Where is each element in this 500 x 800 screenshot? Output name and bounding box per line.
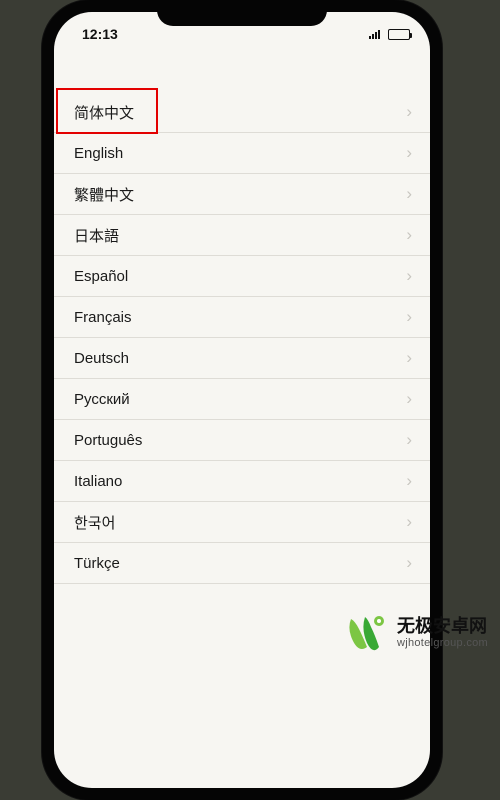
language-row-simplified-chinese[interactable]: 简体中文 › xyxy=(54,92,430,133)
language-row-french[interactable]: Français › xyxy=(54,297,430,338)
language-row-spanish[interactable]: Español › xyxy=(54,256,430,297)
language-row-traditional-chinese[interactable]: 繁體中文 › xyxy=(54,174,430,215)
screen: 12:13 简体中文 › English › 繁體中文 › 日本語 › xyxy=(54,12,430,788)
language-label: Français xyxy=(74,309,132,326)
chevron-right-icon: › xyxy=(406,307,412,327)
language-label: 简体中文 xyxy=(74,102,134,123)
watermark-url: wjhotelgroup.com xyxy=(397,637,488,649)
watermark: 无极安卓网 wjhotelgroup.com xyxy=(345,613,488,653)
chevron-right-icon: › xyxy=(406,512,412,532)
language-row-english[interactable]: English › xyxy=(54,133,430,174)
language-label: Deutsch xyxy=(74,350,129,367)
status-right xyxy=(369,29,410,40)
chevron-right-icon: › xyxy=(406,348,412,368)
language-label: Türkçe xyxy=(74,555,120,572)
language-row-turkish[interactable]: Türkçe › xyxy=(54,543,430,584)
language-label: 繁體中文 xyxy=(74,184,134,205)
watermark-text: 无极安卓网 wjhotelgroup.com xyxy=(397,617,488,649)
chevron-right-icon: › xyxy=(406,225,412,245)
status-time: 12:13 xyxy=(82,26,118,42)
chevron-right-icon: › xyxy=(406,102,412,122)
language-label: Português xyxy=(74,432,142,449)
language-row-portuguese[interactable]: Português › xyxy=(54,420,430,461)
language-label: Español xyxy=(74,268,128,285)
language-label: Italiano xyxy=(74,473,122,490)
language-label: English xyxy=(74,145,123,162)
language-label: 한국어 xyxy=(74,512,115,533)
chevron-right-icon: › xyxy=(406,184,412,204)
chevron-right-icon: › xyxy=(406,389,412,409)
language-row-japanese[interactable]: 日本語 › xyxy=(54,215,430,256)
phone-frame: 12:13 简体中文 › English › 繁體中文 › 日本語 › xyxy=(42,0,442,800)
language-row-korean[interactable]: 한국어 › xyxy=(54,502,430,543)
watermark-title: 无极安卓网 xyxy=(397,617,488,637)
battery-icon xyxy=(388,29,410,40)
language-list: 简体中文 › English › 繁體中文 › 日本語 › Español › … xyxy=(54,92,430,584)
chevron-right-icon: › xyxy=(406,143,412,163)
language-label: 日本語 xyxy=(74,225,119,246)
chevron-right-icon: › xyxy=(406,266,412,286)
watermark-logo-icon xyxy=(345,613,389,653)
language-row-russian[interactable]: Русский › xyxy=(54,379,430,420)
chevron-right-icon: › xyxy=(406,430,412,450)
language-label: Русский xyxy=(74,391,130,408)
notch xyxy=(157,0,327,26)
language-row-italian[interactable]: Italiano › xyxy=(54,461,430,502)
cellular-signal-icon xyxy=(369,30,380,39)
language-row-german[interactable]: Deutsch › xyxy=(54,338,430,379)
chevron-right-icon: › xyxy=(406,471,412,491)
chevron-right-icon: › xyxy=(406,553,412,573)
